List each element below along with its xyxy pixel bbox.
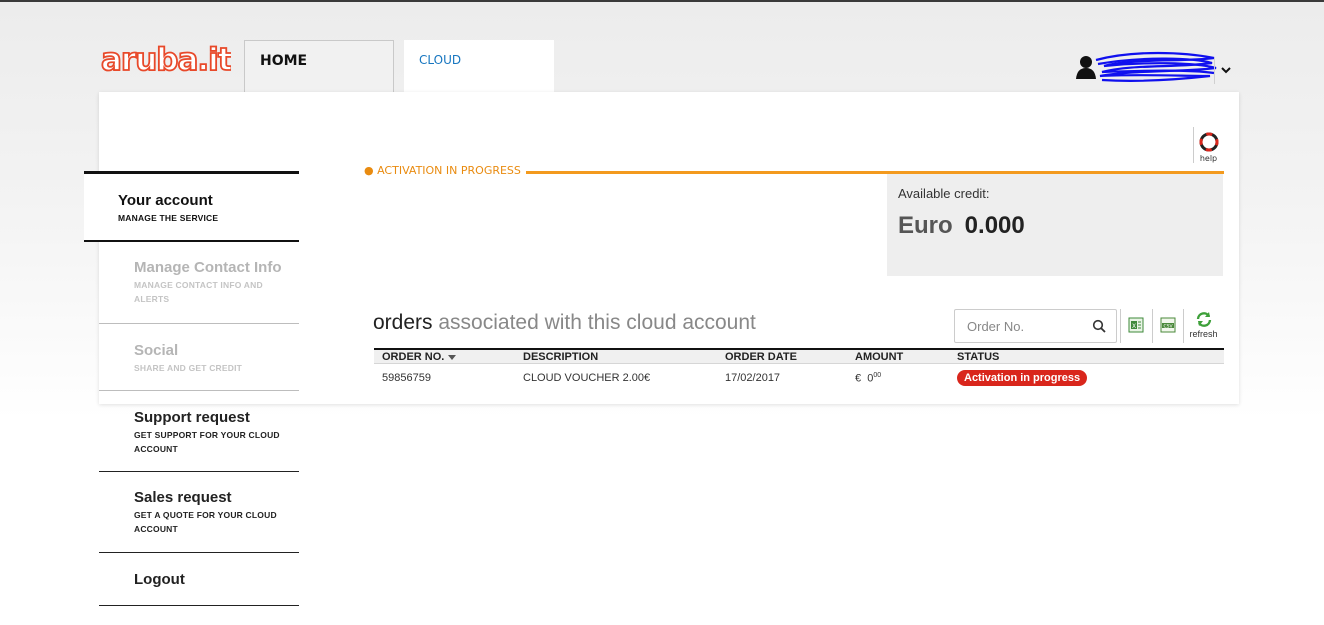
sidebar-item-subtitle: MANAGE THE SERVICE [118,213,219,223]
sidebar-item-title: Sales request [134,489,232,506]
column-header-order-no[interactable]: ORDER NO. [374,348,515,364]
table-row[interactable]: 59856759 CLOUD VOUCHER 2.00€ 17/02/2017 … [374,363,1224,388]
sort-desc-icon [448,354,457,360]
order-search-input[interactable] [955,310,1083,342]
table-header-row: ORDER NO. DESCRIPTION ORDER DATE AMOUNT … [374,348,1224,364]
column-header-status: STATUS [949,348,1224,364]
sidebar: Your account MANAGE THE SERVICE Manage C… [84,171,299,606]
refresh-label: refresh [1189,329,1218,339]
credit-label: Available credit: [898,186,990,201]
status-badge: Activation in progress [957,370,1088,386]
chevron-down-icon [1221,67,1231,74]
aruba-logo[interactable]: aruba.it [99,38,231,78]
redacted-username [1095,51,1217,82]
tab-cloud[interactable]: CLOUD [404,40,554,92]
sidebar-item-support-request[interactable]: Support request GET SUPPORT FOR YOUR CLO… [99,391,299,472]
orders-heading-strong: orders [373,311,433,334]
search-icon[interactable] [1092,319,1106,333]
export-csv-button[interactable]: CSV [1152,309,1182,343]
svg-text:CSV: CSV [1163,323,1173,329]
excel-export-icon: X [1128,317,1143,333]
sidebar-item-title: Support request [134,409,250,426]
sidebar-item-title: Social [134,342,179,359]
cell-amount: € 000 [847,363,949,388]
sidebar-item-sales-request[interactable]: Sales request GET A QUOTE FOR YOUR CLOUD… [99,472,299,553]
refresh-button[interactable]: refresh [1183,309,1223,343]
order-search [954,309,1117,343]
sidebar-item-manage-contact-info: Manage Contact Info MANAGE CONTACT INFO … [99,242,299,324]
column-header-label: ORDER NO. [382,351,445,363]
svg-text:aruba.it: aruba.it [101,42,231,78]
sidebar-item-subtitle: SHARE AND GET CREDIT [134,363,243,373]
sidebar-item-title: Logout [134,571,185,588]
column-header-amount: AMOUNT [847,348,949,364]
lifebuoy-icon [1199,132,1218,152]
orders-heading: orders associated with this cloud accoun… [373,311,756,335]
credit-value: Euro 0.000 [898,212,1025,240]
user-icon [1076,56,1096,79]
tab-cloud-label: CLOUD [419,53,462,67]
sidebar-item-logout[interactable]: Logout [99,553,299,606]
csv-export-icon: CSV [1160,317,1175,333]
tab-home-label: HOME [260,53,308,69]
sidebar-item-your-account[interactable]: Your account MANAGE THE SERVICE [84,171,299,242]
cell-order-no[interactable]: 59856759 [374,363,515,388]
credit-amount: 0.000 [964,212,1025,239]
sidebar-item-subtitle: MANAGE CONTACT INFO AND ALERTS [134,280,263,304]
credit-currency: Euro [898,212,953,239]
orders-heading-rest: associated with this cloud account [432,311,756,334]
cell-description: CLOUD VOUCHER 2.00€ [515,363,717,388]
sidebar-item-subtitle: GET SUPPORT FOR YOUR CLOUD ACCOUNT [134,430,280,454]
amount-decimals: 00 [873,372,882,379]
orders-table: ORDER NO. DESCRIPTION ORDER DATE AMOUNT … [374,348,1224,388]
cell-order-date: 17/02/2017 [717,363,847,388]
header-divider [1214,58,1215,84]
top-border [0,0,1324,2]
credit-box: Available credit: Euro 0.000 [887,174,1223,276]
amount-currency: € [855,372,862,385]
help-label: help [1199,154,1218,163]
help-button[interactable]: help [1193,127,1223,163]
tab-home[interactable]: HOME [244,40,394,92]
sidebar-item-social: Social SHARE AND GET CREDIT [99,324,299,391]
sidebar-item-subtitle: GET A QUOTE FOR YOUR CLOUD ACCOUNT [134,510,277,534]
cell-status: Activation in progress [949,363,1224,388]
svg-text:X: X [1131,323,1135,330]
column-header-order-date: ORDER DATE [717,348,847,364]
refresh-icon [1196,312,1211,327]
status-caption: ● ACTIVATION IN PROGRESS [362,164,526,177]
sidebar-item-title: Manage Contact Info [134,259,282,276]
sidebar-item-title: Your account [118,192,213,209]
export-excel-button[interactable]: X [1120,309,1150,343]
column-header-description: DESCRIPTION [515,348,717,364]
